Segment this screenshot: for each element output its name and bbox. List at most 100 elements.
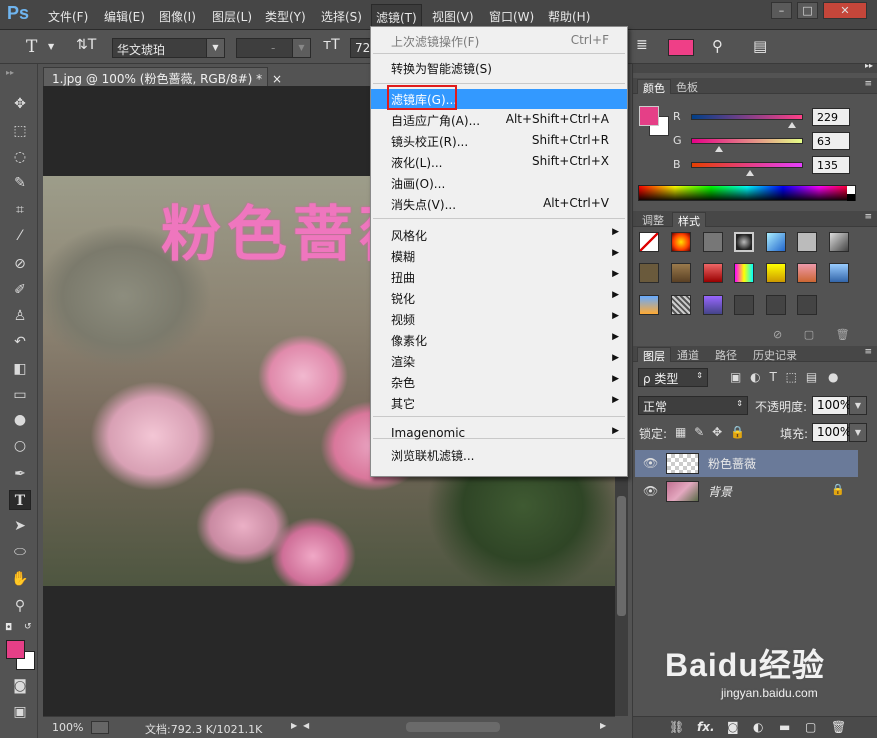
trash-icon[interactable]: 🗑 [831,720,846,734]
text-color-swatch[interactable] [668,39,694,56]
style-swatch[interactable] [734,263,754,283]
style-swatch[interactable] [734,295,754,315]
horizontal-scrollbar-thumb[interactable] [406,722,500,732]
style-swatch[interactable] [639,263,659,283]
warp-text-icon[interactable]: ⚲ [712,37,723,55]
clear-style-icon[interactable]: ⊘ [773,328,782,341]
style-swatch[interactable] [829,263,849,283]
close-button[interactable]: ✕ [823,2,867,19]
style-swatch[interactable] [671,263,691,283]
filter-menu-item[interactable]: 杂色 ▶ [371,372,627,392]
swap-colors-icon[interactable]: ↺ [24,622,32,632]
brush-tool-icon[interactable]: ✐ [9,280,31,300]
filter-menu-item[interactable]: 油画(O)... [371,173,627,193]
font-family-select[interactable]: 华文琥珀 ▼ [112,38,225,58]
scroll-left-icon[interactable]: ◀ [303,721,309,730]
filter-menu-item[interactable]: 视频 ▶ [371,309,627,329]
layer-name[interactable]: 粉色蔷薇 [708,455,756,472]
menu-filter[interactable]: 滤镜(T) [371,4,422,26]
layer-row-background[interactable]: 👁 背景 🔒 [635,478,858,505]
filter-menu-item[interactable]: 消失点(V)... Alt+Ctrl+V [371,194,627,214]
opacity-dropdown-icon[interactable]: ▼ [849,396,867,415]
color-spectrum-bar[interactable] [638,185,856,201]
red-slider[interactable]: R 229 [673,108,877,128]
filter-menu-item[interactable]: 风格化 ▶ [371,225,627,245]
mask-icon[interactable]: ◙ [727,720,739,734]
collapse-icon[interactable]: ▸▸ [6,68,14,77]
lasso-tool-icon[interactable]: ◌ [9,147,31,167]
menu-layer[interactable]: 图层(L) [212,8,252,25]
style-swatch[interactable] [766,295,786,315]
lock-all-icon[interactable]: 🔒 [730,425,745,439]
red-thumb[interactable] [787,122,796,128]
trash-icon[interactable]: 🗑 [836,328,850,341]
filter-menu-item[interactable]: 浏览联机滤镜... [371,445,627,465]
marquee-tool-icon[interactable]: ⬚ [9,121,31,141]
filter-menu-item[interactable]: 上次滤镜操作(F) Ctrl+F [371,31,627,51]
tab-styles[interactable]: 样式 [672,212,706,228]
visibility-eye-icon[interactable]: 👁 [643,484,658,498]
eyedropper-tool-icon[interactable]: ⁄ [9,226,31,246]
layer-name[interactable]: 背景 [708,483,732,500]
menu-help[interactable]: 帮助(H) [548,8,590,25]
menu-view[interactable]: 视图(V) [432,8,474,25]
zoom-tool-icon[interactable]: ⚲ [9,596,31,616]
foreground-color-swatch[interactable] [6,640,25,659]
shape-filter-icon[interactable]: ⬚ [786,370,797,384]
menu-select[interactable]: 选择(S) [321,8,362,25]
character-panel-icon[interactable]: ▤ [753,37,767,55]
filter-menu-item[interactable]: 扭曲 ▶ [371,267,627,287]
green-thumb[interactable] [714,146,723,152]
filter-menu-item[interactable]: 自适应广角(A)... Alt+Shift+Ctrl+A [371,110,627,130]
style-swatch[interactable] [734,232,754,252]
panel-menu-icon[interactable]: ≡ [864,212,872,222]
style-swatch[interactable] [703,232,723,252]
green-value[interactable]: 63 [812,132,850,150]
panel-menu-icon[interactable]: ≡ [864,79,872,89]
filter-menu-item[interactable]: 其它 ▶ [371,393,627,413]
menu-type[interactable]: 类型(Y) [265,8,306,25]
type-tool-icon[interactable]: T [26,37,37,57]
layer-row-text[interactable]: 👁 粉色蔷薇 [635,450,858,477]
smart-object-filter-icon[interactable]: ▤ [806,370,817,384]
filter-menu-item[interactable]: 转换为智能滤镜(S) [371,58,627,78]
adjustment-filter-icon[interactable]: ◐ [750,370,760,384]
filter-menu-item[interactable]: 镜头校正(R)... Shift+Ctrl+R [371,131,627,151]
proof-icon[interactable] [91,721,109,734]
style-swatch[interactable] [797,232,817,252]
style-swatch[interactable] [766,232,786,252]
filter-menu-item[interactable]: 渲染 ▶ [371,351,627,371]
adjustment-icon[interactable]: ◐ [753,720,763,734]
new-layer-icon[interactable]: ▢ [805,720,816,734]
panel-menu-icon[interactable]: ≡ [864,347,872,357]
fx-icon[interactable]: fx. [697,720,715,734]
lock-pixels-icon[interactable]: ✎ [694,425,704,439]
tab-color[interactable]: 颜色 [637,79,671,95]
menu-file[interactable]: 文件(F) [48,8,88,25]
filter-menu-item[interactable]: 锐化 ▶ [371,288,627,308]
text-orientation-icon[interactable]: ⇅T [76,37,96,53]
fg-color-swatch[interactable] [639,106,659,126]
menu-image[interactable]: 图像(I) [159,8,196,25]
history-brush-tool-icon[interactable]: ↶ [9,332,31,352]
tool-preset-arrow-icon[interactable]: ▼ [48,42,54,51]
group-icon[interactable]: ▬ [779,720,790,734]
tab-adjustments[interactable]: 调整 [637,212,669,227]
filter-menu-item[interactable]: 液化(L)... Shift+Ctrl+X [371,152,627,172]
link-icon[interactable]: ⛓ [669,720,684,734]
hand-tool-icon[interactable]: ✋ [9,569,31,589]
ellipse-tool-icon[interactable]: ⬭ [9,542,31,562]
justify-icon[interactable]: ≣ [636,37,648,53]
tab-swatches[interactable]: 色板 [671,79,703,94]
layer-filter-kind[interactable]: ρ 类型 ⇕ [638,368,708,387]
blend-mode-select[interactable]: 正常 ⇕ [638,396,748,415]
fill-dropdown-icon[interactable]: ▼ [849,423,867,442]
image-filter-icon[interactable]: ▣ [730,370,741,384]
fill-input[interactable]: 100% [812,423,851,442]
healing-brush-tool-icon[interactable]: ⊘ [9,254,31,274]
style-swatch[interactable] [766,263,786,283]
style-swatch[interactable] [703,263,723,283]
style-swatch[interactable] [797,263,817,283]
crop-tool-icon[interactable]: ⌗ [9,200,31,220]
document-tab[interactable]: 1.jpg @ 100% (粉色蔷薇, RGB/8#) * × [43,67,282,86]
